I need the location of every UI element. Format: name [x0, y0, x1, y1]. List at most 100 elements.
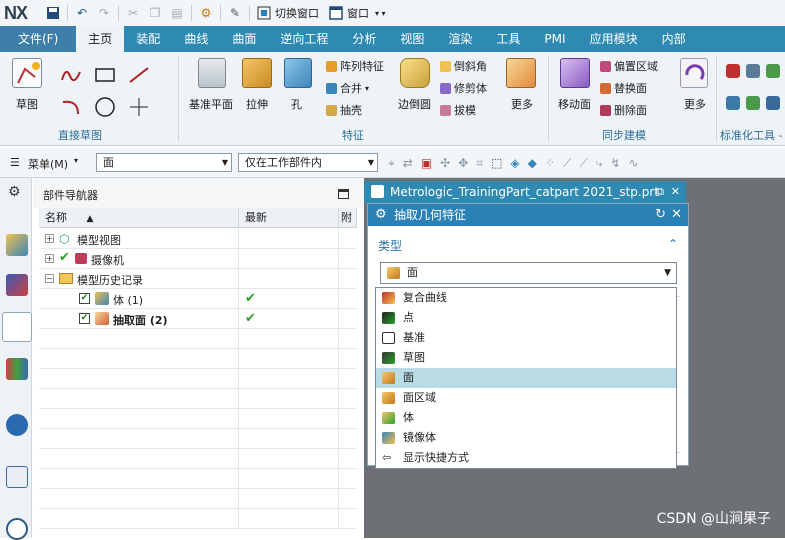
tab-surface[interactable]: 曲面 [220, 26, 268, 52]
profile-icon[interactable] [60, 64, 82, 86]
window-menu[interactable]: 窗口 [347, 5, 369, 21]
tab-home[interactable]: 主页 [76, 26, 125, 52]
window-menu-chevron-icon[interactable]: ▾ ▾ [375, 9, 386, 18]
cut-icon[interactable]: ✂ [124, 4, 142, 22]
save-icon[interactable] [44, 4, 62, 22]
tab-assembly[interactable]: 装配 [124, 26, 172, 52]
type-section-label[interactable]: 类型 [378, 237, 402, 254]
more-features-icon[interactable] [506, 58, 536, 88]
tab-application[interactable]: 应用模块 [578, 26, 650, 52]
tab-tools[interactable]: 工具 [484, 26, 532, 52]
delete-face-button[interactable]: 删除面 [600, 102, 647, 118]
dropdown-item-face-region[interactable]: 面区域 [376, 388, 676, 408]
snap-icon[interactable]: ⟋ [563, 156, 571, 171]
tree-row[interactable]: ✔ 抽取面 (2) ✔ [39, 309, 357, 329]
chamfer-button[interactable]: 倒斜角 [440, 58, 487, 74]
dock-icon[interactable]: ⧉ [656, 181, 664, 203]
checkbox-checked-icon[interactable]: ✔ [79, 313, 90, 324]
standardize-tool-icon[interactable] [746, 64, 760, 78]
expand-icon[interactable]: + [45, 234, 54, 243]
dropdown-item-show-shortcuts[interactable]: ⇦ 显示快捷方式 [376, 448, 676, 468]
standardize-tool-icon[interactable] [726, 64, 740, 78]
checkbox-checked-icon[interactable]: ✔ [79, 293, 90, 304]
edge-blend-button[interactable]: 边倒圆 [398, 96, 431, 112]
close-tab-icon[interactable]: ✕ [671, 181, 680, 203]
box-select-icon[interactable]: ⬚ [491, 156, 502, 170]
dropdown-item-datum[interactable]: 基准 [376, 328, 676, 348]
standardize-tool-icon[interactable] [746, 96, 760, 110]
dropdown-item-point[interactable]: 点 [376, 308, 676, 328]
maximize-icon[interactable] [338, 189, 349, 199]
settings-gear-icon[interactable]: ⚙ [8, 184, 21, 200]
part-navigator-icon[interactable] [2, 312, 32, 342]
edge-blend-icon[interactable] [400, 58, 430, 88]
snap-icon[interactable]: ⟋ [579, 156, 587, 171]
switch-window-button[interactable]: 切换窗口 [275, 5, 319, 21]
dialog-gear-icon[interactable]: ⚙ [375, 204, 387, 226]
tab-file[interactable]: 文件(F) [0, 26, 77, 52]
web-browser-icon[interactable] [6, 466, 28, 488]
menu-button[interactable]: 菜单(M) [28, 156, 68, 172]
tab-view[interactable]: 视图 [388, 26, 436, 52]
history-clock-icon[interactable] [6, 518, 28, 540]
reuse-library-icon[interactable] [6, 358, 28, 380]
collapse-icon[interactable]: − [45, 274, 54, 283]
assembly-navigator-icon[interactable] [6, 234, 28, 256]
reset-icon[interactable]: ↻ [655, 204, 666, 226]
dropdown-item-sketch[interactable]: 草图 [376, 348, 676, 368]
circle-icon[interactable] [94, 96, 116, 118]
snap-icon[interactable]: ⇄ [403, 156, 413, 170]
tab-analysis[interactable]: 分析 [340, 26, 388, 52]
dropdown-item-body[interactable]: 体 [376, 408, 676, 428]
snap-icon[interactable]: ↯ [610, 156, 620, 170]
tree-row[interactable]: ✔ 体 (1) ✔ [39, 289, 357, 309]
tab-internal[interactable]: 内部 [650, 26, 698, 52]
snap-icon[interactable]: ✣ [440, 156, 450, 170]
extrude-button[interactable]: 拉伸 [246, 96, 268, 112]
draft-button[interactable]: 拔模 [440, 102, 476, 118]
sketch-icon[interactable] [12, 58, 42, 88]
close-dialog-icon[interactable]: ✕ [671, 204, 682, 226]
datum-plane-button[interactable]: 基准平面 [189, 96, 233, 112]
body-select-icon[interactable]: ◆ [528, 156, 537, 170]
type-select[interactable]: 面 ▼ [380, 262, 677, 284]
constraint-navigator-icon[interactable] [6, 274, 28, 296]
tab-reverse-engineering[interactable]: 逆向工程 [268, 26, 340, 52]
repeat-command-icon[interactable]: ⚙ [197, 4, 215, 22]
snap-icon[interactable]: ⤷ [596, 156, 603, 171]
paste-icon[interactable]: ▤ [168, 4, 186, 22]
type-filter-select[interactable]: 面 ▼ [96, 153, 232, 172]
menu-chevron-icon[interactable]: ▾ [74, 156, 78, 165]
snap-icon[interactable]: ⌖ [388, 156, 395, 171]
shaded-select-icon[interactable]: ◈ [510, 156, 519, 170]
redo-icon[interactable]: ↷ [95, 4, 113, 22]
dropdown-item-mirror-body[interactable]: 镜像体 [376, 428, 676, 448]
hole-icon[interactable] [284, 58, 312, 88]
unite-button[interactable]: 合并 ▾ [326, 80, 369, 96]
column-header-name[interactable]: 名称 ▲ [39, 208, 239, 228]
standardize-tool-icon[interactable] [766, 64, 780, 78]
copy-icon[interactable]: ❐ [146, 4, 164, 22]
tab-curve[interactable]: 曲线 [172, 26, 220, 52]
snap-icon[interactable]: ⁘ [545, 156, 555, 170]
column-header-latest[interactable]: 最新 [239, 208, 339, 228]
document-tab[interactable]: Metrologic_TrainingPart_catpart 2021_stp… [364, 181, 686, 203]
sketch-button[interactable]: 草图 [16, 96, 38, 112]
info-icon[interactable] [6, 414, 28, 436]
tab-pmi[interactable]: PMI [532, 26, 577, 52]
dropdown-item-composite-curve[interactable]: 复合曲线 [376, 288, 676, 308]
tree-row[interactable]: + ✔ 摄像机 [39, 249, 357, 269]
offset-region-button[interactable]: 偏置区域 [600, 58, 658, 74]
menu-icon[interactable]: ☰ [10, 156, 20, 169]
tree-row[interactable]: − 模型历史记录 [39, 269, 357, 289]
standardize-tool-icon[interactable] [766, 96, 780, 110]
undo-icon[interactable]: ↶ [73, 4, 91, 22]
snap-icon[interactable]: ✥ [458, 156, 468, 170]
rectangle-icon[interactable] [94, 64, 116, 86]
tree-row[interactable]: + ⬡ 模型视图 [39, 229, 357, 249]
tab-render[interactable]: 渲染 [436, 26, 484, 52]
extrude-icon[interactable] [242, 58, 272, 88]
dropdown-item-face[interactable]: 面 [376, 368, 676, 388]
switch-window-icon[interactable] [255, 4, 273, 22]
more-sync-button[interactable]: 更多 [684, 96, 706, 112]
